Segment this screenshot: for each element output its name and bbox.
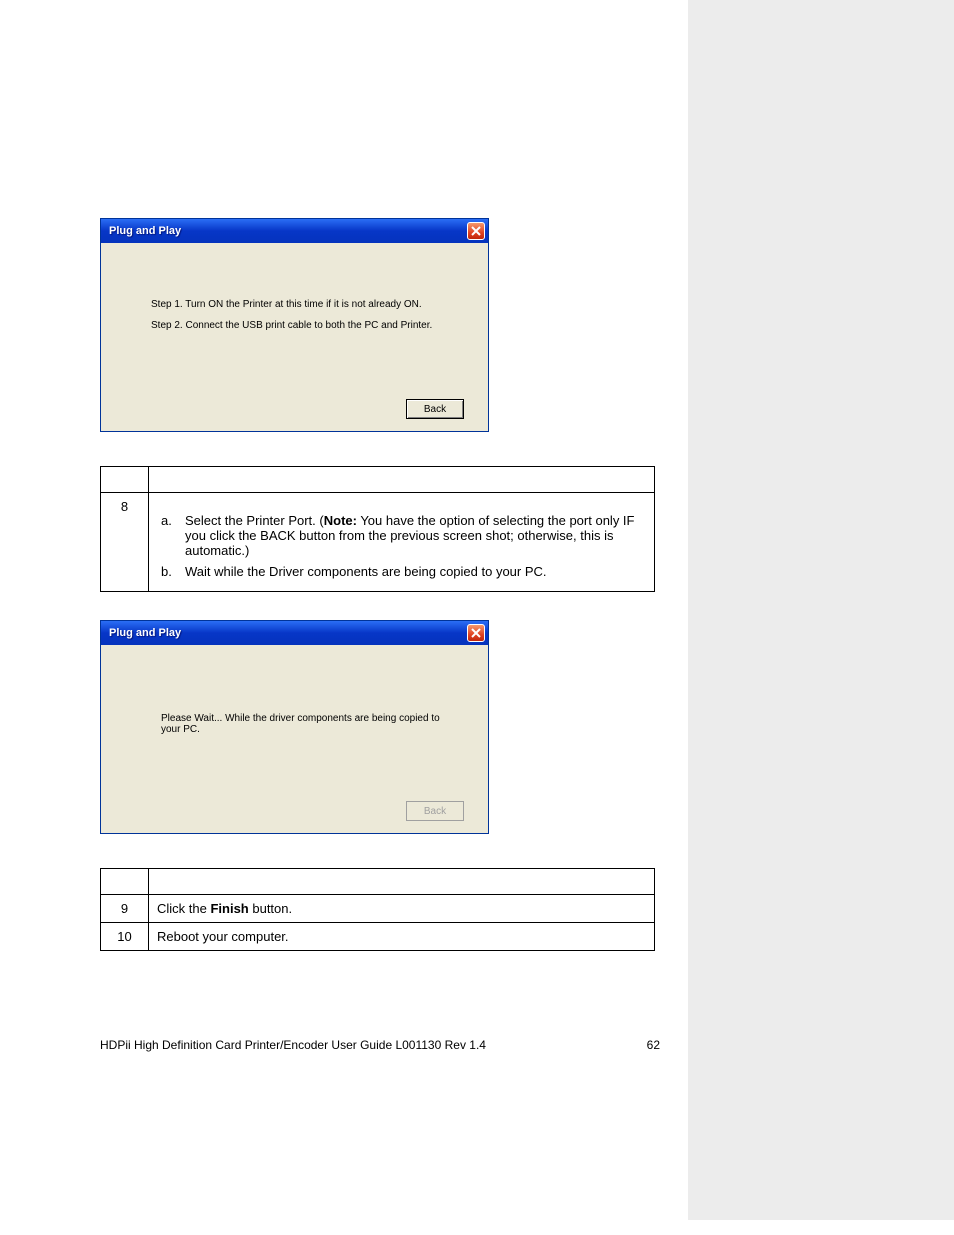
close-icon[interactable] [467,624,485,642]
right-margin-band [688,0,954,1220]
page-footer: HDPii High Definition Card Printer/Encod… [100,1038,660,1052]
dialog1-step2: Step 2. Connect the USB print cable to b… [151,320,458,331]
step-header-cell [101,467,149,493]
step-number: 9 [101,895,149,923]
list-marker-b: b. [161,564,185,579]
table-row [101,869,655,895]
step-10-procedure: Reboot your computer. [149,923,655,951]
list-marker-a: a. [161,513,185,558]
procedure-header-cell [149,869,655,895]
dialog2-wait-text: Please Wait... While the driver componen… [161,713,458,735]
back-button-disabled: Back [406,801,464,821]
dialog1-body: Step 1. Turn ON the Printer at this time… [101,243,488,393]
instruction-table-2: 9 Click the Finish button. 10 Reboot you… [100,868,655,951]
dialog2-body: Please Wait... While the driver componen… [101,645,488,795]
step-9-procedure: Click the Finish button. [149,895,655,923]
dialog2-titlebar: Plug and Play [101,621,488,645]
plug-and-play-dialog-1: Plug and Play Step 1. Turn ON the Printe… [100,218,489,432]
instruction-table-1: 8 a. Select the Printer Port. (Note: You… [100,466,655,592]
step-number: 8 [101,493,149,592]
dialog1-titlebar: Plug and Play [101,219,488,243]
table-row: 8 a. Select the Printer Port. (Note: You… [101,493,655,592]
step-header-cell [101,869,149,895]
step-8a-text: Select the Printer Port. (Note: You have… [185,513,646,558]
procedure-header-cell [149,467,655,493]
page-content: Plug and Play Step 1. Turn ON the Printe… [100,218,660,951]
table-row: 9 Click the Finish button. [101,895,655,923]
close-icon[interactable] [467,222,485,240]
plug-and-play-dialog-2: Plug and Play Please Wait... While the d… [100,620,489,834]
page-number: 62 [647,1038,660,1052]
dialog1-button-row: Back [101,393,488,431]
table-row: 10 Reboot your computer. [101,923,655,951]
dialog2-title: Plug and Play [109,627,181,639]
dialog2-button-row: Back [101,795,488,833]
table-row [101,467,655,493]
dialog1-title: Plug and Play [109,225,181,237]
dialog1-step1: Step 1. Turn ON the Printer at this time… [151,299,458,310]
step-8-procedure: a. Select the Printer Port. (Note: You h… [149,493,655,592]
step-number: 10 [101,923,149,951]
back-button[interactable]: Back [406,399,464,419]
footer-left: HDPii High Definition Card Printer/Encod… [100,1038,486,1052]
step-8b-text: Wait while the Driver components are bei… [185,564,646,579]
